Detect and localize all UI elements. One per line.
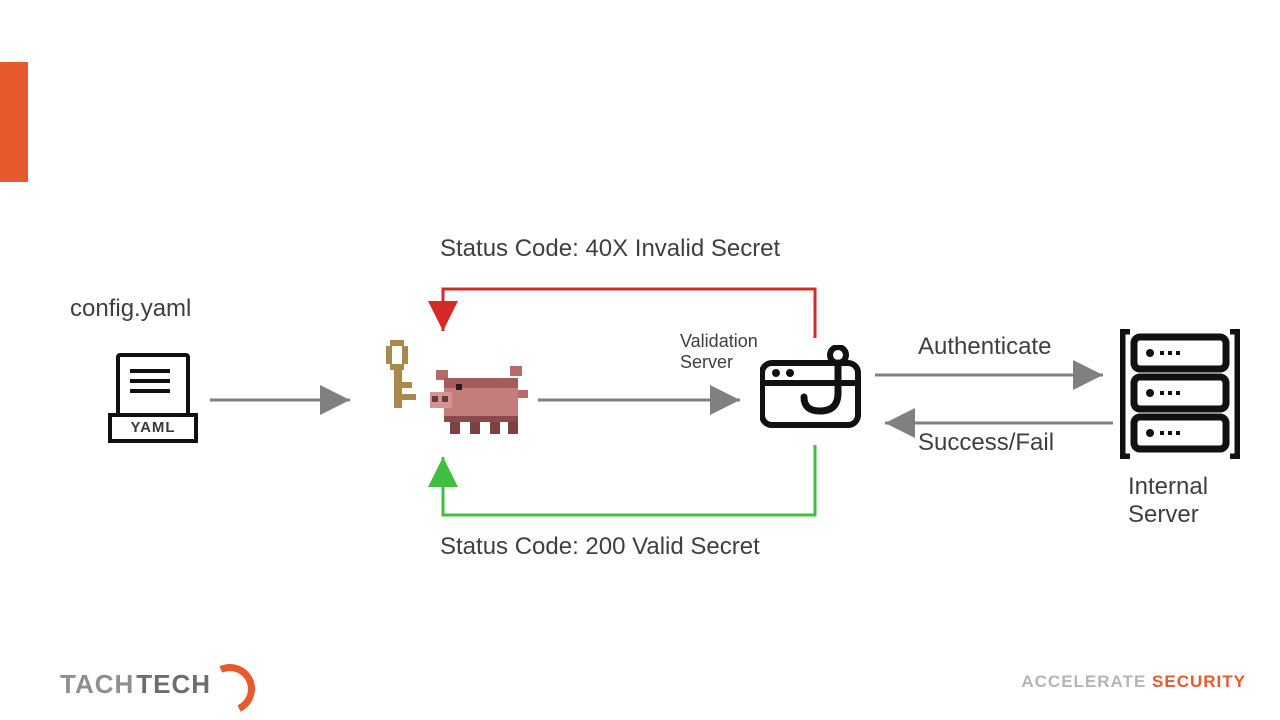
tagline-security: SECURITY [1152,672,1246,691]
arrow-200-return [435,445,825,525]
internal-server-icon [1120,329,1240,459]
config-yaml-label: config.yaml [70,295,191,323]
arrow-40x-return [435,283,825,343]
status-40x-label: Status Code: 40X Invalid Secret [440,235,780,263]
trufflehog-pig-icon [430,360,532,440]
arrow-pig-to-validation [538,390,750,410]
tachtech-logo: TACHTECH [60,669,251,700]
accent-bar [0,62,28,182]
logo-bold: TECH [136,669,211,700]
logo-light: TACH [60,669,134,700]
internal-server-label: Internal Server [1128,473,1208,529]
arrow-yaml-to-key [210,390,360,410]
tagline: ACCELERATE SECURITY [1021,672,1246,692]
tagline-accelerate: ACCELERATE [1021,672,1146,691]
logo-swoosh-icon [211,670,251,700]
flow-diagram: config.yaml YAML [60,225,1240,585]
yaml-file-icon: YAML [108,353,190,443]
successfail-label: Success/Fail [918,429,1054,457]
authenticate-label: Authenticate [918,333,1051,361]
status-200-label: Status Code: 200 Valid Secret [440,533,760,561]
arrow-authenticate [875,365,1113,385]
key-icon [372,340,422,410]
yaml-badge: YAML [108,413,198,443]
validation-server-icon [760,345,868,429]
